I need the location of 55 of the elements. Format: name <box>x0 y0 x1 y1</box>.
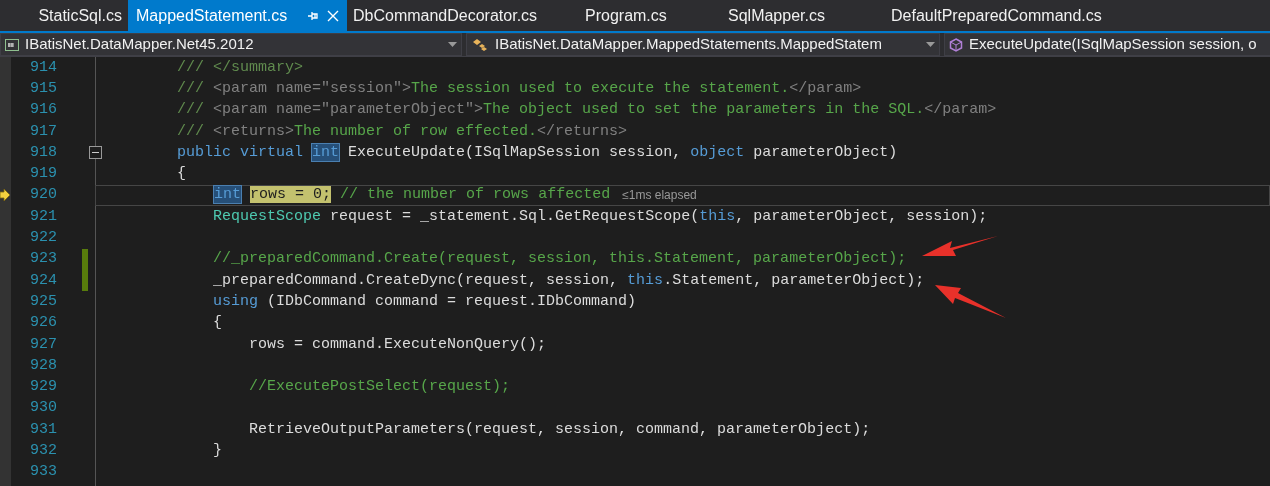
line-number: 916 <box>29 101 57 120</box>
line-number: 914 <box>29 58 57 77</box>
line-number: 918 <box>29 143 57 162</box>
code-line: /// <returns>The number of row effected.</returns> <box>176 122 628 141</box>
method-icon <box>949 37 963 52</box>
line-number: 923 <box>29 250 57 269</box>
collapse-icon[interactable] <box>89 146 102 160</box>
line-number: 919 <box>29 165 57 184</box>
line-number: 915 <box>29 79 57 98</box>
line-number: 928 <box>29 356 57 375</box>
line-number: 921 <box>29 207 57 226</box>
navigation-dropdown[interactable]: IBatisNet.DataMapper.Net45.2012 <box>0 33 462 56</box>
code-line: /// <param name="parameterObject">The object used to set the parameters in the SQL.</param> <box>176 101 997 120</box>
file-tab[interactable]: DbCommandDecorator.cs <box>347 0 579 31</box>
code-line: { <box>176 165 187 184</box>
line-number: 925 <box>29 292 57 311</box>
file-tab[interactable]: SqlMapper.cs <box>722 0 885 31</box>
navigation-dropdown[interactable]: ExecuteUpdate(ISqlMapSession session, o <box>944 33 1270 56</box>
line-number: 929 <box>29 378 57 397</box>
file-tab[interactable]: MappedStatement.cs <box>128 0 347 31</box>
code-line: /// </summary> <box>176 58 304 77</box>
perf-tip[interactable]: ≤1ms elapsed <box>622 186 697 205</box>
code-line: rows = command.ExecuteNonQuery(); <box>248 335 547 354</box>
navigation-dropdown[interactable]: IBatisNet.DataMapper.MappedStatements.MappedStatem <box>466 33 940 56</box>
code-line: /// <param name="session">The session used to execute the statement.</param> <box>176 79 862 98</box>
line-number: 933 <box>29 463 57 482</box>
line-number: 926 <box>29 314 57 333</box>
line-number: 932 <box>29 442 57 460</box>
line-number: 927 <box>29 335 57 354</box>
dropdown-caret-icon <box>926 42 935 47</box>
code-line: RetrieveOutputParameters(request, session, command, parameterObject); <box>248 420 871 439</box>
annotation-arrow <box>935 285 1006 318</box>
line-number: 920 <box>29 186 57 205</box>
code-line: _preparedCommand.CreateDync(request, session, this.Statement, parameterObject); <box>212 271 925 290</box>
line-number: 922 <box>29 229 57 247</box>
project-icon <box>5 37 19 52</box>
class-icon <box>471 36 489 53</box>
code-line: using (IDbCommand command = request.IDbCommand) <box>212 292 637 311</box>
file-tab[interactable]: StaticSql.cs <box>0 0 128 31</box>
close-icon[interactable] <box>327 9 339 22</box>
code-line: RequestScope request = _statement.Sql.GetRequestScope(this, parameterObject, session); <box>212 207 988 226</box>
code-line: public virtual int ExecuteUpdate(ISqlMapSession session, object parameterObject) <box>176 143 898 162</box>
code-line: { <box>212 314 223 333</box>
line-number: 924 <box>29 271 57 290</box>
line-number: 930 <box>29 399 57 418</box>
file-tab[interactable]: DefaultPreparedCommand.cs <box>885 0 1155 31</box>
pin-icon[interactable] <box>307 9 319 22</box>
code-line: //ExecutePostSelect(request); <box>248 378 511 397</box>
code-line: //_preparedCommand.Create(request, session, this.Statement, parameterObject); <box>212 250 907 269</box>
dropdown-caret-icon <box>448 42 457 47</box>
code-line: int rows = 0; // the number of rows affected <box>213 186 611 205</box>
file-tab[interactable]: Program.cs <box>579 0 722 31</box>
line-number: 917 <box>29 122 57 141</box>
code-line: } <box>212 442 223 460</box>
line-number: 931 <box>29 420 57 439</box>
